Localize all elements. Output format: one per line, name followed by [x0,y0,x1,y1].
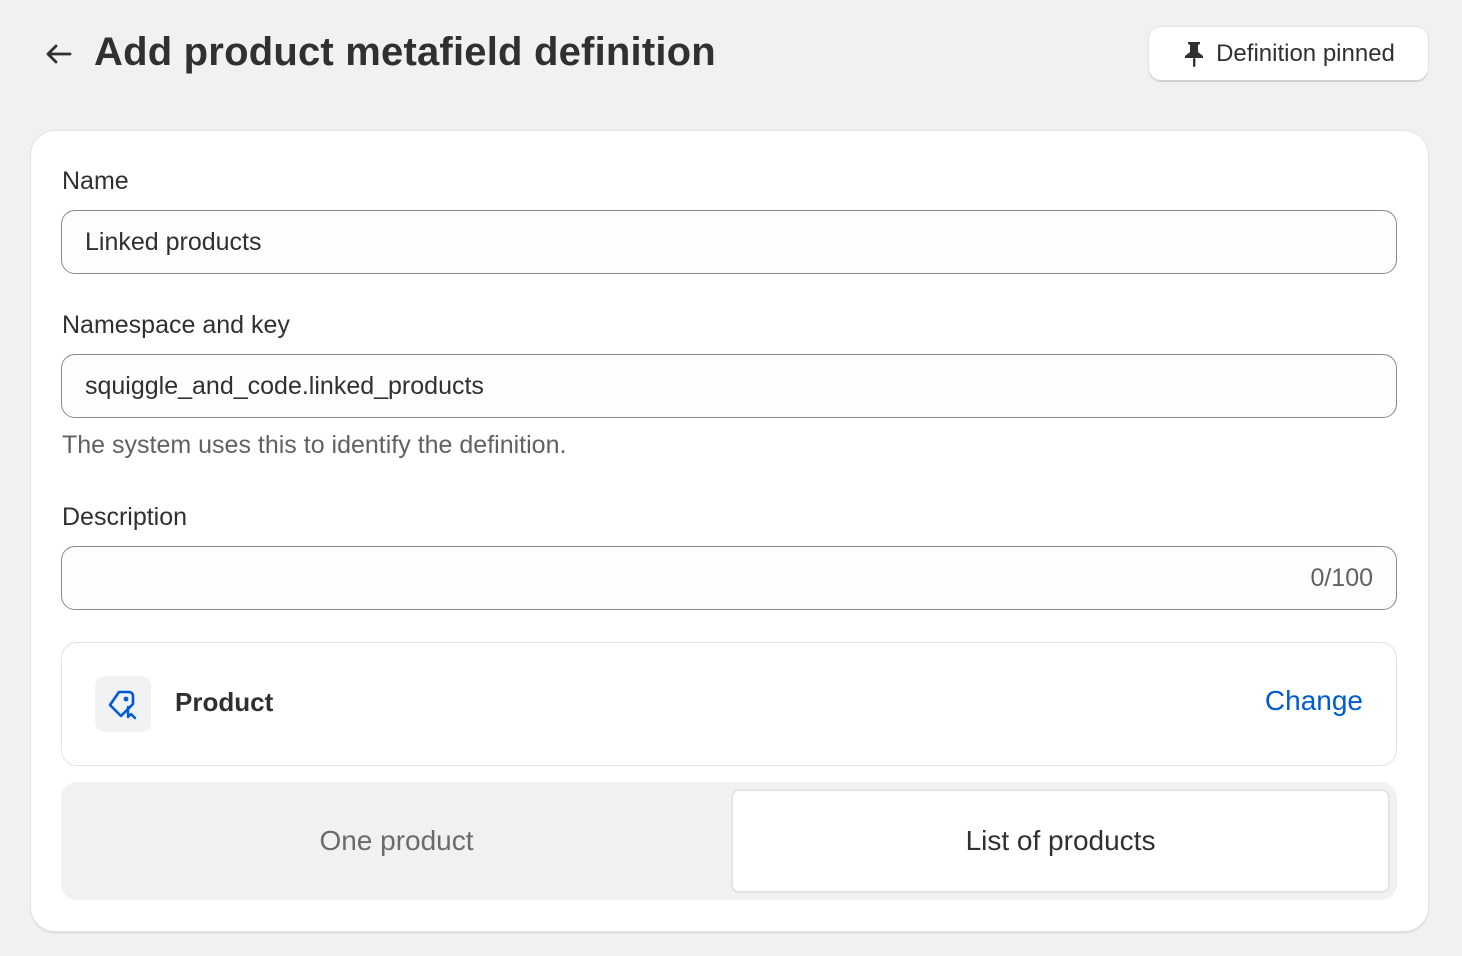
description-input[interactable]: 0/100 [61,546,1397,610]
description-label: Description [62,503,188,531]
definition-pinned-button[interactable]: Definition pinned [1149,27,1428,81]
page-header: Add product metafield definition Definit… [0,0,1462,110]
definition-pinned-label: Definition pinned [1216,40,1395,67]
back-button[interactable] [38,36,78,72]
namespace-key-help-text: The system uses this to identify the def… [62,431,567,459]
name-label: Name [62,167,129,195]
product-tag-icon [95,676,151,732]
namespace-key-label: Namespace and key [62,311,290,339]
cardinality-segmented-control: One product List of products [61,782,1397,900]
type-selector: Product Change [61,642,1397,766]
one-product-option[interactable]: One product [69,791,724,891]
pin-icon [1185,42,1204,67]
namespace-key-input[interactable]: squiggle_and_code.linked_products [61,354,1397,418]
description-char-counter: 0/100 [1310,563,1373,592]
type-label: Product [175,687,274,717]
namespace-key-value: squiggle_and_code.linked_products [85,371,484,400]
change-type-link[interactable]: Change [1265,685,1363,717]
definition-form-card: Name Linked products Namespace and key s… [31,131,1428,931]
list-of-products-option[interactable]: List of products [733,791,1388,891]
page-title: Add product metafield definition [94,30,716,74]
name-value: Linked products [85,227,262,256]
arrow-left-icon [46,44,72,64]
name-input[interactable]: Linked products [61,210,1397,274]
